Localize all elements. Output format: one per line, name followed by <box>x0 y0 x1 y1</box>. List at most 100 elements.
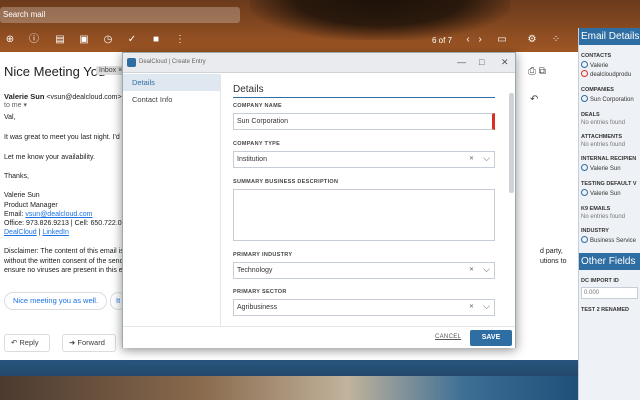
mark-unread-icon[interactable]: ▣ <box>78 34 90 46</box>
modal-title: DealCloud | Create Entry <box>139 59 206 65</box>
reply-button[interactable]: ↶ Reply <box>4 334 50 352</box>
clear-icon[interactable]: ✕ <box>469 152 474 167</box>
section-title: Details <box>233 84 495 98</box>
dc-import-input[interactable]: 0.000 <box>581 287 638 299</box>
primary-sector-value: Agribusiness <box>237 304 278 311</box>
gmail-toolbar: ⊕ ⓘ ▤ ▣ ◷ ✓ ■ ⋮ 6 of 7 ‹ › ▭ ⚙ ⁘ <box>0 30 578 52</box>
recipients-toggle[interactable]: to me ▾ <box>4 101 27 109</box>
company-item[interactable]: Sun Corporation <box>581 95 640 104</box>
industry-item[interactable]: Business Service <box>581 236 640 245</box>
label-icon[interactable]: ■ <box>150 34 162 46</box>
add-icon <box>581 70 588 77</box>
print-icon[interactable]: ⎙ ⧉ <box>528 66 546 77</box>
create-entry-modal: DealCloud | Create Entry — □ ✕ Details C… <box>122 52 516 348</box>
contacts-label: CONTACTS <box>581 53 612 59</box>
company-type-select[interactable]: Institution ✕ ⌵ <box>233 151 495 168</box>
delete-icon[interactable]: ▤ <box>54 34 66 46</box>
test2-label: TEST 2 RENAMED <box>581 307 629 313</box>
check-icon <box>581 189 588 196</box>
chevron-down-icon[interactable]: ⌵ <box>483 299 490 314</box>
apps-grid-icon[interactable]: ⁘ <box>550 34 562 46</box>
company-type-value: Institution <box>237 156 267 163</box>
chevron-down-icon[interactable]: ⌵ <box>483 262 490 277</box>
sender-name: Valerie Sun <box>4 92 45 101</box>
maximize-icon[interactable]: □ <box>479 57 484 67</box>
k9-emails-label: K9 EMAILS <box>581 206 611 212</box>
body-greeting: Val, <box>4 114 16 121</box>
contact-name: dealcloudprodu <box>590 72 632 78</box>
modal-scrollbar[interactable] <box>509 93 514 193</box>
other-fields-title: Other Fields <box>579 253 640 270</box>
check-icon <box>581 164 588 171</box>
dealcloud-logo-icon <box>127 58 136 67</box>
internal-recipient-item[interactable]: Valerie Sun <box>581 164 640 173</box>
open-new-window-icon[interactable]: ⧉ <box>539 66 546 77</box>
next-icon[interactable]: › <box>474 34 486 46</box>
gmail-header: Search mail <box>0 0 578 28</box>
inbox-badge[interactable]: Inbox × <box>96 66 126 75</box>
sender-email: <vsun@dealcloud.com> <box>46 94 122 101</box>
attachments-label: ATTACHMENTS <box>581 134 623 140</box>
body-thanks: Thanks, <box>4 173 29 180</box>
email-details-panel: Email Details CONTACTS Valerie dealcloud… <box>578 28 640 400</box>
industry-label: INDUSTRY <box>581 228 609 234</box>
clear-icon[interactable]: ✕ <box>469 263 474 278</box>
search-input[interactable]: Search mail <box>0 7 240 23</box>
contact-item[interactable]: dealcloudprodu <box>581 70 640 79</box>
input-tools-icon[interactable]: ▭ <box>496 34 508 46</box>
save-button[interactable]: SAVE <box>470 330 512 346</box>
disclaimer-line-1: Disclaimer: The content of this email is… <box>4 248 134 255</box>
modal-footer: CANCEL SAVE <box>123 326 515 348</box>
reply-arrow-icon[interactable]: ↶ <box>530 94 538 105</box>
internal-recipients-label: INTERNAL RECIPIEN <box>581 156 637 162</box>
summary-description-label: SUMMARY BUSINESS DESCRIPTION <box>233 179 339 185</box>
reply-icon: ↶ <box>11 338 18 347</box>
signature-phone: Office: 973.826.9213 | Cell: 650.722.082… <box>4 220 134 227</box>
back-arrow-icon[interactable]: ⊕ <box>4 34 16 46</box>
more-icon[interactable]: ⋮ <box>174 34 186 46</box>
contact-name: Valerie <box>590 63 609 69</box>
k9-empty: No entries found <box>581 214 626 220</box>
cancel-button[interactable]: CANCEL <box>435 334 461 340</box>
move-icon[interactable]: ✓ <box>126 34 138 46</box>
companies-label: COMPANIES <box>581 87 614 93</box>
testing-item[interactable]: Valerie Sun <box>581 189 640 198</box>
body-line-1: It was great to meet you last night. I'd… <box>4 134 135 141</box>
signature-email-link[interactable]: vsun@dealcloud.com <box>25 211 92 218</box>
snooze-icon[interactable]: ◷ <box>102 34 114 46</box>
summary-description-textarea[interactable] <box>233 189 495 241</box>
nav-contact-info[interactable]: Contact Info <box>123 91 220 108</box>
minimize-icon[interactable]: — <box>457 57 466 67</box>
primary-sector-label: PRIMARY SECTOR <box>233 289 287 295</box>
nav-details[interactable]: Details <box>123 74 220 91</box>
primary-industry-label: PRIMARY INDUSTRY <box>233 252 293 258</box>
body-line-2: Let me know your availability. <box>4 154 95 161</box>
attachments-empty: No entries found <box>581 142 626 148</box>
prev-icon[interactable]: ‹ <box>462 34 474 46</box>
company-name-input[interactable]: Sun Corporation <box>233 113 495 130</box>
chevron-down-icon[interactable]: ⌵ <box>483 151 490 166</box>
signature-email: Email: vsun@dealcloud.com <box>4 211 92 218</box>
dealcloud-link[interactable]: DealCloud <box>4 229 37 236</box>
close-icon[interactable]: ✕ <box>501 57 509 68</box>
forward-button[interactable]: ➜ Forward <box>62 334 116 352</box>
report-spam-icon[interactable]: ⓘ <box>28 34 40 46</box>
dc-import-label: DC IMPORT ID <box>581 278 619 284</box>
pager-count: 6 of 7 <box>432 36 453 45</box>
modal-form: Details COMPANY NAME Sun Corporation COM… <box>223 74 503 326</box>
company-name-value: Sun Corporation <box>237 118 288 125</box>
email-subject: Nice Meeting You <box>4 64 106 79</box>
testing-name: Valerie Sun <box>590 191 621 197</box>
linkedin-link[interactable]: LinkedIn <box>42 229 68 236</box>
smart-reply-1[interactable]: Nice meeting you as well. <box>4 292 108 310</box>
signature-email-label: Email: <box>4 211 24 218</box>
primary-sector-select[interactable]: Agribusiness ✕ ⌵ <box>233 299 495 316</box>
forward-label: Forward <box>77 338 105 347</box>
testing-default-label: TESTING DEFAULT V <box>581 181 637 187</box>
settings-gear-icon[interactable]: ⚙ <box>526 34 538 46</box>
modal-header: DealCloud | Create Entry — □ ✕ <box>123 53 515 73</box>
recipient-name: Valerie Sun <box>590 166 621 172</box>
primary-industry-select[interactable]: Technology ✕ ⌵ <box>233 262 495 279</box>
clear-icon[interactable]: ✕ <box>469 300 474 315</box>
contact-item[interactable]: Valerie <box>581 61 640 70</box>
